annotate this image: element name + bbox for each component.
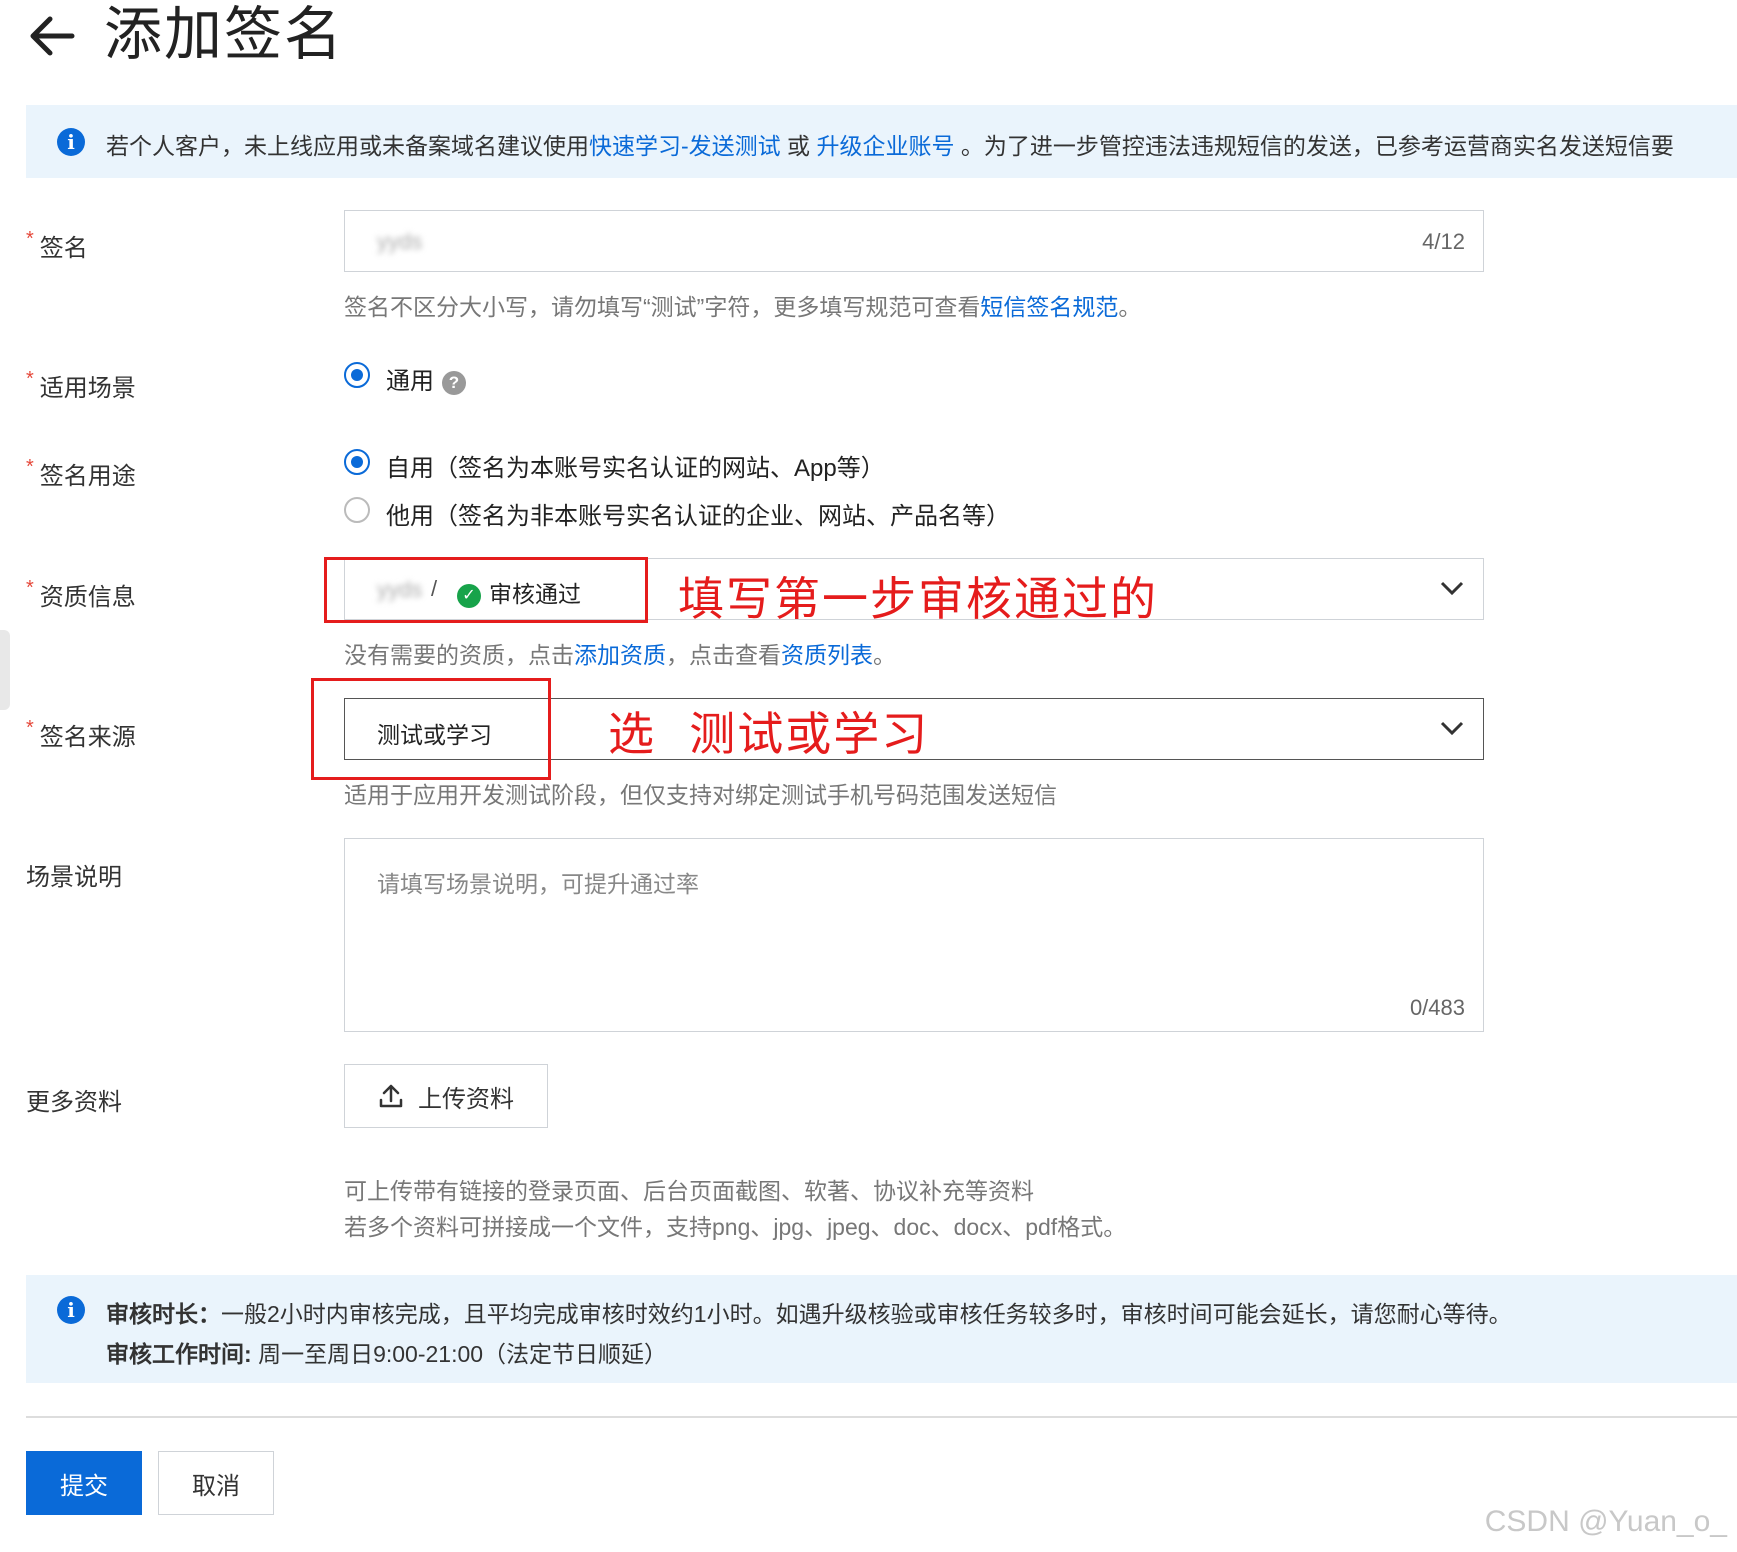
upgrade-enterprise-link[interactable]: 升级企业账号 (816, 133, 954, 159)
submit-button[interactable]: 提交 (26, 1451, 142, 1515)
scene-option-label: 通用? (386, 361, 466, 396)
scene-desc-textarea[interactable]: 请填写场景说明，可提升通过率 0/483 (344, 838, 1484, 1032)
signature-input[interactable]: yyds 4/12 (344, 210, 1484, 272)
signature-value: yyds (377, 229, 423, 254)
purpose-option-self: 自用（签名为本账号实名认证的网站、App等） (386, 455, 885, 482)
scene-radio-general[interactable] (344, 362, 370, 388)
purpose-radio-other[interactable] (344, 497, 370, 523)
scene-label: * 适用场景 (26, 368, 136, 402)
annotation-source: 选 测试或学习 (608, 707, 930, 761)
side-collapse-handle[interactable] (0, 630, 10, 710)
source-label: * 签名来源 (26, 717, 136, 751)
purpose-radio-self[interactable] (344, 449, 370, 475)
purpose-label: * 签名用途 (26, 456, 136, 490)
divider (26, 1416, 1737, 1418)
upload-icon (379, 1084, 403, 1108)
review-notice: i 审核时长：一般2小时内审核完成，且平均完成审核时效约1小时。如遇升级核验或审… (26, 1275, 1737, 1383)
add-qualification-link[interactable]: 添加资质 (574, 642, 666, 668)
annotation-box-source (311, 678, 551, 780)
scene-desc-counter: 0/483 (1409, 995, 1465, 1020)
review-duration: 审核时长：一般2小时内审核完成，且平均完成审核时效约1小时。如遇升级核验或审核任… (106, 1301, 1512, 1327)
signature-help: 签名不区分大小写，请勿填写“测试”字符，更多填写规范可查看短信签名规范。 (344, 294, 1142, 320)
signature-counter: 4/12 (1422, 229, 1465, 254)
quick-learn-link[interactable]: 快速学习-发送测试 (589, 133, 781, 159)
scene-desc-label: 场景说明 (26, 864, 122, 891)
question-icon[interactable]: ? (442, 370, 466, 395)
source-help: 适用于应用开发测试阶段，但仅支持对绑定测试手机号码范围发送短信 (344, 782, 1057, 808)
cancel-button[interactable]: 取消 (158, 1451, 274, 1515)
info-icon: i (57, 128, 85, 156)
watermark: CSDN @Yuan_o_ (1484, 1505, 1727, 1538)
scene-desc-placeholder: 请填写场景说明，可提升通过率 (377, 871, 699, 897)
signature-spec-link[interactable]: 短信签名规范 (980, 294, 1118, 320)
back-arrow-icon[interactable] (24, 8, 80, 64)
chevron-down-icon[interactable] (1439, 577, 1465, 599)
top-notice: i 若个人客户，未上线应用或未备案域名建议使用快速学习-发送测试 或 升级企业账… (26, 105, 1737, 178)
upload-button[interactable]: 上传资料 (344, 1064, 548, 1128)
qualification-label: * 资质信息 (26, 577, 136, 611)
qualification-list-link[interactable]: 资质列表 (781, 642, 873, 668)
more-docs-label: 更多资料 (26, 1089, 122, 1116)
purpose-option-other: 他用（签名为非本账号实名认证的企业、网站、产品名等） (386, 503, 1010, 530)
chevron-down-icon[interactable] (1439, 717, 1465, 739)
top-notice-text: 若个人客户，未上线应用或未备案域名建议使用快速学习-发送测试 或 升级企业账号 … (106, 133, 1674, 159)
annotation-qualification: 填写第一步审核通过的 (678, 572, 1158, 626)
more-docs-help-2: 若多个资料可拼接成一个文件，支持png、jpg、jpeg、doc、docx、pd… (344, 1214, 1127, 1240)
signature-label: * 签名 (26, 228, 88, 262)
more-docs-help-1: 可上传带有链接的登录页面、后台页面截图、软著、协议补充等资料 (344, 1178, 1034, 1204)
review-hours: 审核工作时间: 周一至周日9:00-21:00（法定节日顺延） (106, 1341, 668, 1367)
info-icon: i (57, 1296, 85, 1324)
annotation-box-qualification (324, 557, 648, 623)
page-title: 添加签名 (104, 2, 345, 67)
qualification-help: 没有需要的资质，点击添加资质，点击查看资质列表。 (344, 642, 896, 668)
